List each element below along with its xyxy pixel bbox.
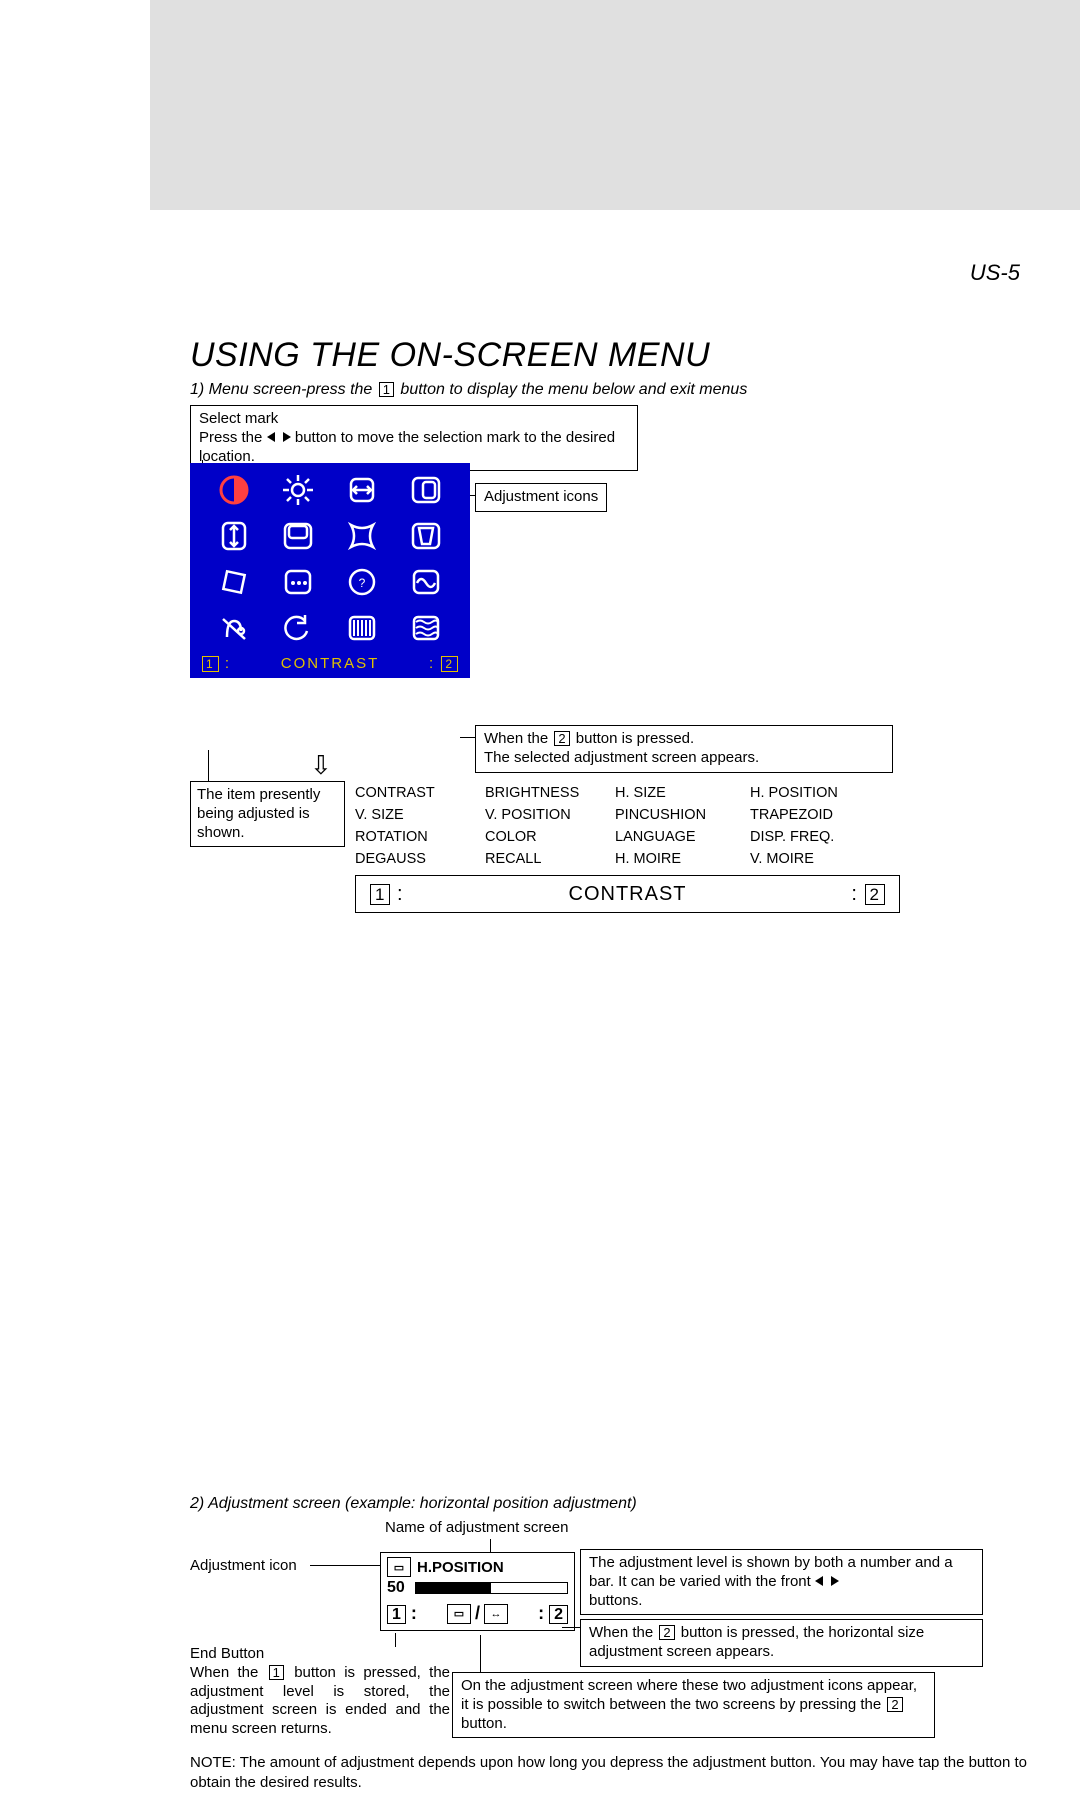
leader-line: [460, 737, 475, 738]
pincushion-icon[interactable]: [332, 515, 392, 557]
adj-panel-title: H.POSITION: [417, 1559, 504, 1576]
select-mark-heading: Select mark: [199, 410, 278, 427]
label-hposition: H. POSITION: [750, 785, 880, 801]
adjustment-icon-callout: Adjustment icon: [190, 1557, 297, 1576]
brightness-icon[interactable]: [268, 469, 328, 511]
button-1-glyph: 1: [269, 1665, 284, 1680]
adj-right-num[interactable]: 2: [549, 1605, 568, 1624]
hsize-icon[interactable]: [332, 469, 392, 511]
header-band: [150, 0, 1080, 210]
osd-icon-grid: ?: [196, 469, 464, 649]
step-1-caption: 1) Menu screen-press the 1 button to dis…: [190, 381, 1040, 399]
end-button-heading: End Button: [190, 1645, 264, 1662]
leader-line: [480, 1635, 481, 1672]
rotation-icon[interactable]: [204, 561, 264, 603]
bar-center-label: CONTRAST: [569, 883, 687, 906]
leader-line: [395, 1633, 396, 1647]
osd-status-label: CONTRAST: [281, 655, 380, 672]
adj-panel-value: 50: [387, 1579, 405, 1597]
vmoire-icon[interactable]: [396, 607, 456, 649]
contrast-icon[interactable]: [204, 469, 264, 511]
menu-figure: Select mark Press the button to move the…: [190, 405, 1040, 925]
vsize-icon[interactable]: [204, 515, 264, 557]
adjustment-figure: Name of adjustment screen Adjustment ico…: [190, 1527, 1040, 1807]
bar-left-num: 1: [370, 884, 390, 905]
select-mark-callout: Select mark Press the button to move the…: [190, 405, 638, 471]
label-rotation: ROTATION: [355, 829, 485, 845]
hposition-icon[interactable]: [396, 469, 456, 511]
item-shown-callout: The item presently being adjusted is sho…: [190, 781, 345, 847]
leader-line: [562, 1627, 580, 1628]
label-vmoire: V. MOIRE: [750, 851, 880, 867]
dispfreq-icon[interactable]: [396, 561, 456, 603]
down-arrow-icon: ⇩: [310, 750, 332, 781]
adj-level-bar: [415, 1582, 568, 1594]
right-arrow-icon: [831, 1576, 839, 1586]
hposition-switch-icon: ▭: [447, 1604, 471, 1624]
label-pincushion: PINCUSHION: [615, 807, 750, 823]
osd-status-right-num: 2: [441, 656, 458, 672]
label-vposition: V. POSITION: [485, 807, 615, 823]
osd-status-bar: 1 : CONTRAST : 2: [196, 649, 464, 676]
contrast-bar: 1 : CONTRAST : 2: [355, 875, 900, 913]
label-dispfreq: DISP. FREQ.: [750, 829, 880, 845]
svg-text:?: ?: [359, 576, 366, 590]
adj-left-num[interactable]: 1: [387, 1605, 406, 1624]
adjustment-icons-callout: Adjustment icons: [475, 483, 607, 512]
degauss-icon[interactable]: [204, 607, 264, 649]
leader-line: [310, 1565, 380, 1566]
right-arrow-icon: [283, 432, 291, 442]
name-of-screen-callout: Name of adjustment screen: [385, 1519, 568, 1538]
label-contrast: CONTRAST: [355, 785, 485, 801]
language-icon[interactable]: ?: [332, 561, 392, 603]
osd-status-left-num: 1: [202, 656, 219, 672]
label-vsize: V. SIZE: [355, 807, 485, 823]
adjustment-panel: ▭ H.POSITION 50 1 : ▭/ ↔ : 2: [380, 1552, 575, 1631]
button-1-glyph: 1: [379, 382, 394, 397]
when-2b-callout: When the 2 button is pressed, the horizo…: [580, 1619, 983, 1667]
when-2-callout: When the 2 button is pressed. The select…: [475, 725, 893, 773]
note-prefix: NOTE:: [190, 1754, 236, 1771]
vposition-icon[interactable]: [268, 515, 328, 557]
hmoire-icon[interactable]: [332, 607, 392, 649]
label-recall: RECALL: [485, 851, 615, 867]
trapezoid-icon[interactable]: [396, 515, 456, 557]
page-code: US-5: [190, 260, 1020, 286]
leader-line: [208, 750, 209, 781]
button-2-glyph: 2: [659, 1625, 674, 1640]
dual-icon-callout: On the adjustment screen where these two…: [452, 1672, 935, 1738]
osd-menu: ? 1 : CONTRAST : 2: [190, 463, 470, 678]
adjustment-labels-grid: CONTRAST BRIGHTNESS H. SIZE H. POSITION …: [355, 785, 880, 867]
button-2-glyph: 2: [887, 1697, 902, 1712]
button-2-glyph: 2: [554, 731, 569, 746]
label-color: COLOR: [485, 829, 615, 845]
bar-right-num: 2: [865, 884, 885, 905]
left-arrow-icon: [815, 1576, 823, 1586]
label-trapezoid: TRAPEZOID: [750, 807, 880, 823]
leader-line: [490, 1539, 491, 1553]
level-callout: The adjustment level is shown by both a …: [580, 1549, 983, 1615]
label-brightness: BRIGHTNESS: [485, 785, 615, 801]
note-text: NOTE: The amount of adjustment depends u…: [190, 1753, 1040, 1794]
left-arrow-icon: [267, 432, 275, 442]
page-body: US-5 USING THE ON-SCREEN MENU 1) Menu sc…: [0, 260, 1080, 1807]
page-title: USING THE ON-SCREEN MENU: [190, 336, 1040, 375]
label-hmoire: H. MOIRE: [615, 851, 750, 867]
color-icon[interactable]: [268, 561, 328, 603]
end-button-callout: End Button When the 1 button is pressed,…: [190, 1645, 450, 1739]
label-hsize: H. SIZE: [615, 785, 750, 801]
label-degauss: DEGAUSS: [355, 851, 485, 867]
label-language: LANGUAGE: [615, 829, 750, 845]
recall-icon[interactable]: [268, 607, 328, 649]
hposition-mini-icon: ▭: [387, 1557, 411, 1577]
step-2-caption: 2) Adjustment screen (example: horizonta…: [190, 1495, 1040, 1513]
hsize-switch-icon: ↔: [484, 1604, 508, 1624]
